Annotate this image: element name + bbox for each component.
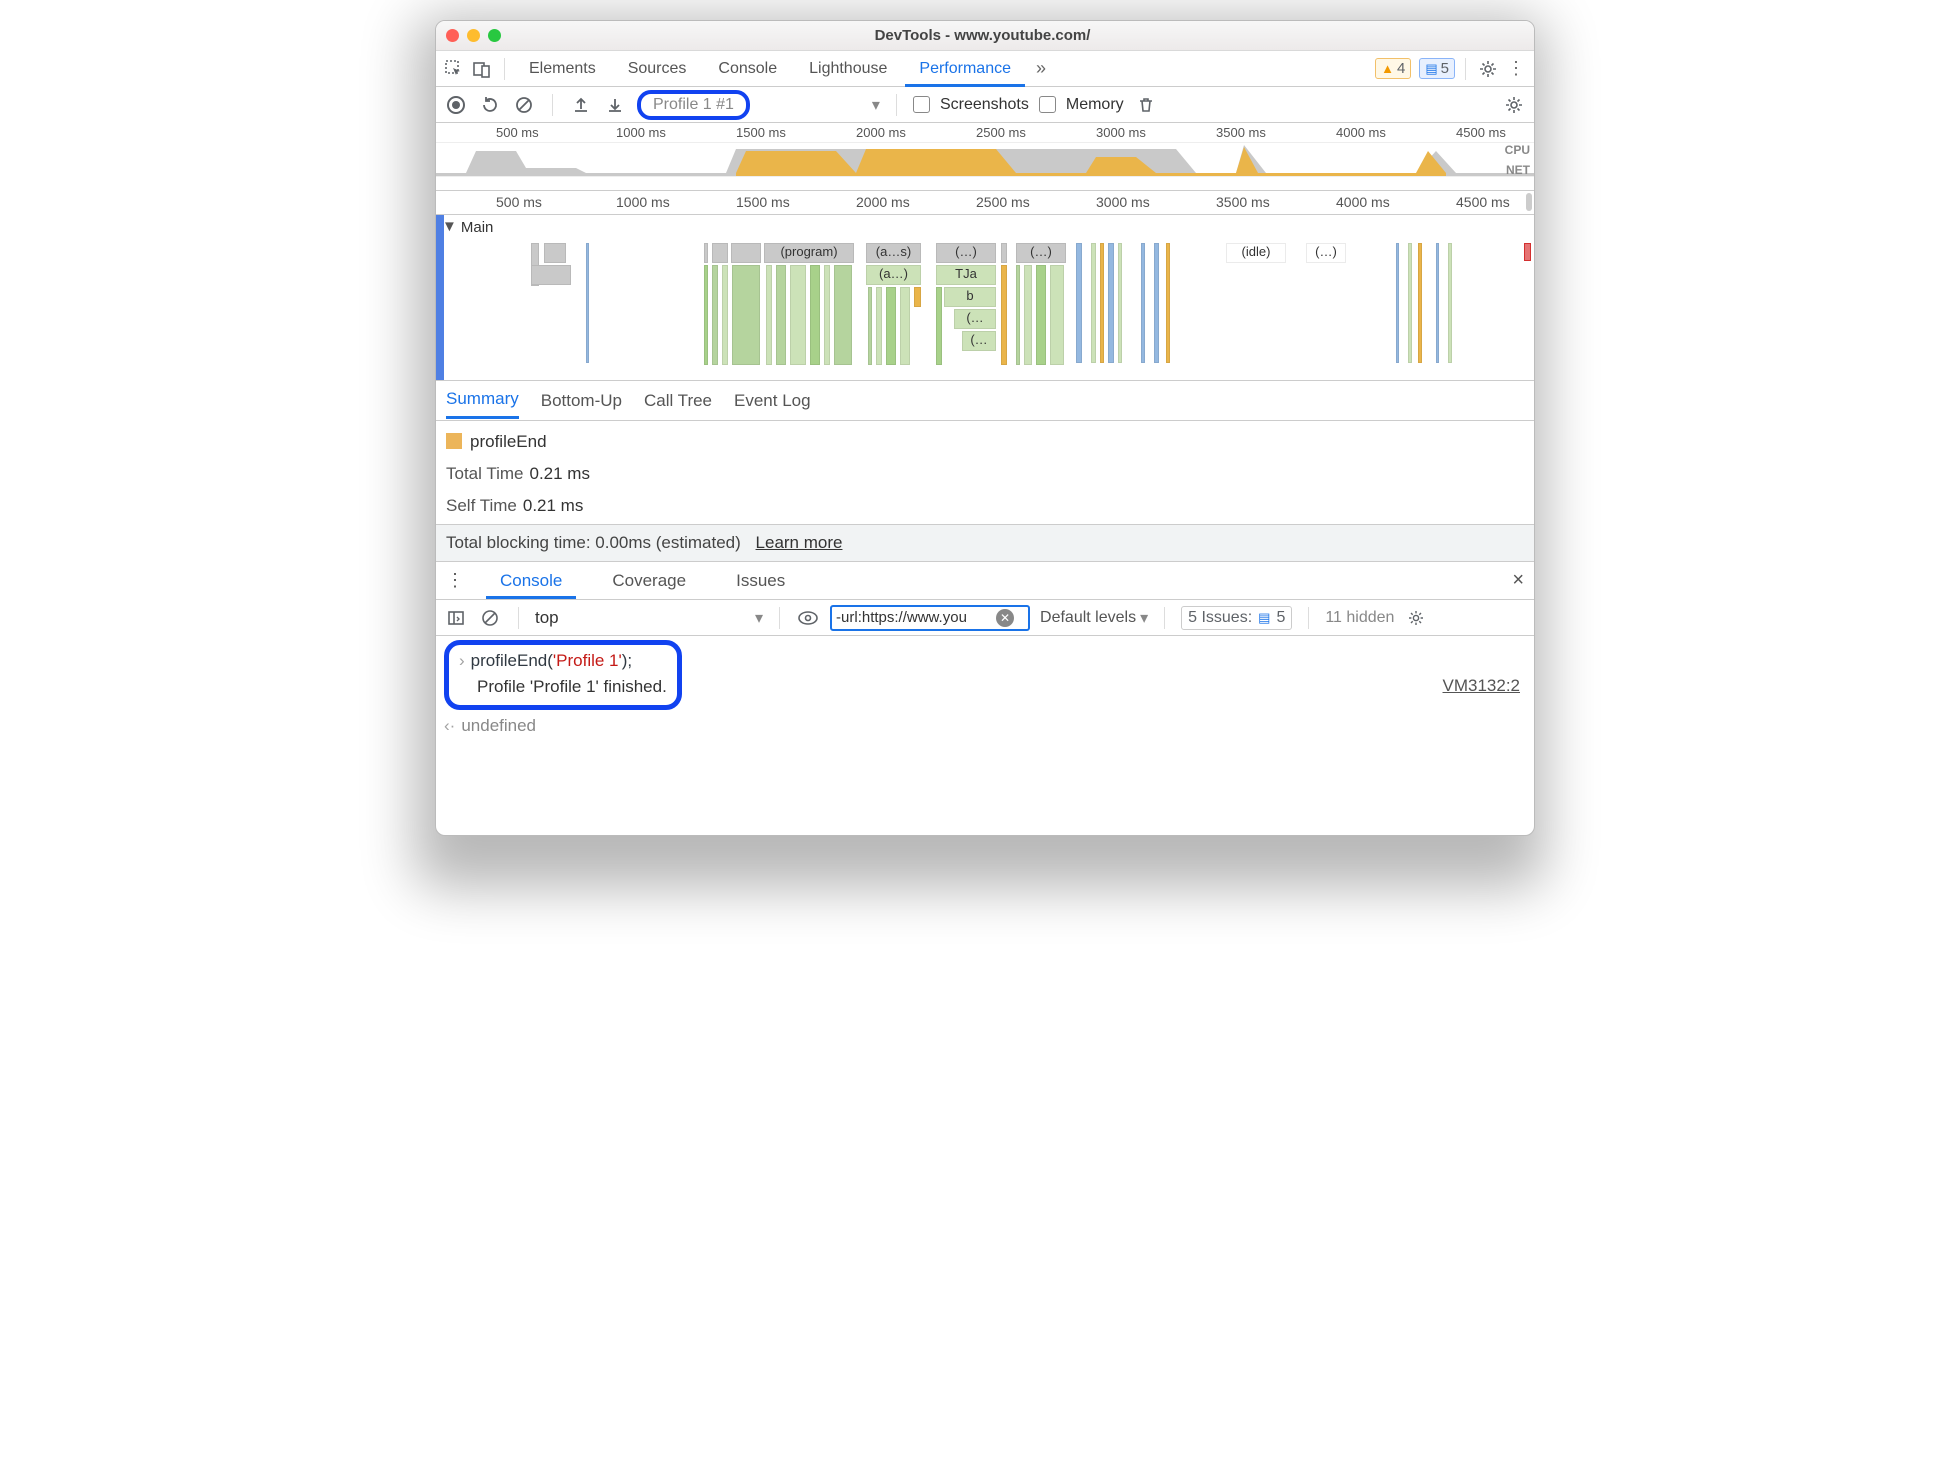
settings-icon[interactable] bbox=[1476, 57, 1500, 81]
perf-toolbar: Profile 1 #1 ▾ Screenshots Memory bbox=[436, 87, 1534, 123]
flame-chart[interactable]: ▼Main (program) (a…s) (a…) (…) TJa b (… … bbox=[436, 215, 1534, 381]
learn-more-link[interactable]: Learn more bbox=[756, 533, 843, 552]
drawer-tabs: ⋮ Console Coverage Issues × bbox=[436, 562, 1534, 600]
cpu-overview[interactable]: CPU NET bbox=[436, 143, 1534, 191]
kebab-icon[interactable]: ⋮ bbox=[1504, 57, 1528, 81]
messages-count: 5 bbox=[1441, 60, 1449, 77]
long-task-marker bbox=[1524, 243, 1531, 261]
upload-icon[interactable] bbox=[569, 93, 593, 117]
warnings-chip[interactable]: ▲4 bbox=[1375, 58, 1411, 79]
drawer-tab-issues[interactable]: Issues bbox=[722, 563, 799, 599]
zoom-icon[interactable] bbox=[488, 29, 501, 42]
highlight-box: ›profileEnd('Profile 1'); Profile 'Profi… bbox=[444, 640, 682, 710]
more-tabs-icon[interactable]: » bbox=[1029, 57, 1053, 81]
memory-checkbox[interactable] bbox=[1039, 96, 1056, 113]
tbt-bar: Total blocking time: 0.00ms (estimated) … bbox=[436, 525, 1534, 562]
profile-label: Profile 1 #1 bbox=[653, 96, 734, 113]
color-swatch bbox=[446, 433, 462, 449]
panel-settings-icon[interactable] bbox=[1502, 93, 1526, 117]
flame-ruler[interactable]: 500 ms 1000 ms 1500 ms 2000 ms 2500 ms 3… bbox=[436, 191, 1534, 215]
chevron-down-icon: ▼ bbox=[442, 218, 457, 235]
download-icon[interactable] bbox=[603, 93, 627, 117]
device-mode-icon[interactable] bbox=[470, 57, 494, 81]
tab-event-log[interactable]: Event Log bbox=[734, 383, 811, 419]
console-settings-icon[interactable] bbox=[1404, 606, 1428, 630]
toggle-sidebar-icon[interactable] bbox=[444, 606, 468, 630]
devtools-window: DevTools - www.youtube.com/ Elements Sou… bbox=[435, 20, 1535, 836]
net-label: NET bbox=[1506, 163, 1530, 177]
close-drawer-icon[interactable]: × bbox=[1512, 569, 1524, 592]
issues-pill[interactable]: 5 Issues: ▤ 5 bbox=[1181, 606, 1292, 630]
screenshots-checkbox[interactable] bbox=[913, 96, 930, 113]
tab-sources[interactable]: Sources bbox=[614, 51, 701, 87]
warning-icon: ▲ bbox=[1381, 61, 1394, 76]
scrollbar-thumb[interactable] bbox=[1526, 193, 1532, 211]
minimize-icon[interactable] bbox=[467, 29, 480, 42]
main-thread-label[interactable]: ▼Main bbox=[442, 219, 493, 236]
context-select[interactable]: top bbox=[535, 608, 745, 627]
messages-chip[interactable]: ▤5 bbox=[1419, 58, 1455, 79]
hidden-count[interactable]: 11 hidden bbox=[1325, 609, 1394, 627]
inspect-icon[interactable] bbox=[442, 57, 466, 81]
message-icon: ▤ bbox=[1258, 610, 1270, 626]
clear-filter-icon[interactable]: ✕ bbox=[996, 609, 1014, 627]
total-time-value: 0.21 ms bbox=[529, 464, 589, 483]
summary-tabs: Summary Bottom-Up Call Tree Event Log bbox=[436, 381, 1534, 421]
drawer-tab-coverage[interactable]: Coverage bbox=[598, 563, 700, 599]
drawer-tab-console[interactable]: Console bbox=[486, 563, 576, 599]
console-toolbar: top ▾ ✕ Default levels▾ 5 Issues: ▤ 5 11… bbox=[436, 600, 1534, 636]
trash-icon[interactable] bbox=[1134, 93, 1158, 117]
undefined-value: undefined bbox=[461, 716, 536, 735]
cpu-label: CPU bbox=[1505, 143, 1530, 157]
summary-panel: profileEnd Total Time0.21 ms Self Time0.… bbox=[436, 421, 1534, 525]
clear-console-icon[interactable] bbox=[478, 606, 502, 630]
titlebar: DevTools - www.youtube.com/ bbox=[436, 21, 1534, 51]
tab-performance[interactable]: Performance bbox=[905, 51, 1025, 87]
console-message: Profile 'Profile 1' finished. bbox=[477, 677, 667, 696]
tab-lighthouse[interactable]: Lighthouse bbox=[795, 51, 901, 87]
clear-button[interactable] bbox=[512, 93, 536, 117]
tbt-text: Total blocking time: 0.00ms (estimated) bbox=[446, 533, 741, 552]
return-icon: ‹· bbox=[444, 716, 455, 735]
prompt-icon: › bbox=[459, 651, 465, 670]
traffic-lights[interactable] bbox=[446, 29, 501, 42]
drawer-kebab-icon[interactable]: ⋮ bbox=[446, 570, 464, 591]
main-tabbar: Elements Sources Console Lighthouse Perf… bbox=[436, 51, 1534, 87]
self-time-value: 0.21 ms bbox=[523, 496, 583, 515]
filter-text[interactable] bbox=[836, 609, 996, 626]
filter-input[interactable]: ✕ bbox=[830, 605, 1030, 631]
message-icon: ▤ bbox=[1425, 61, 1437, 77]
tab-summary[interactable]: Summary bbox=[446, 383, 519, 419]
dropdown-icon[interactable]: ▾ bbox=[760, 95, 880, 115]
tab-call-tree[interactable]: Call Tree bbox=[644, 383, 712, 419]
tab-console[interactable]: Console bbox=[704, 51, 791, 87]
event-name: profileEnd bbox=[470, 432, 547, 451]
tab-bottom-up[interactable]: Bottom-Up bbox=[541, 383, 622, 419]
levels-select[interactable]: Default levels bbox=[1040, 609, 1136, 627]
warnings-count: 4 bbox=[1397, 60, 1405, 77]
console-output[interactable]: ›profileEnd('Profile 1'); Profile 'Profi… bbox=[436, 636, 1534, 740]
close-icon[interactable] bbox=[446, 29, 459, 42]
chevron-down-icon: ▾ bbox=[755, 608, 763, 628]
reload-record-button[interactable] bbox=[478, 93, 502, 117]
overview-ruler[interactable]: 500 ms 1000 ms 1500 ms 2000 ms 2500 ms 3… bbox=[436, 123, 1534, 143]
live-expr-icon[interactable] bbox=[796, 606, 820, 630]
window-title: DevTools - www.youtube.com/ bbox=[501, 27, 1464, 44]
tab-elements[interactable]: Elements bbox=[515, 51, 610, 87]
screenshots-label: Screenshots bbox=[940, 96, 1029, 114]
profile-selector[interactable]: Profile 1 #1 bbox=[637, 90, 750, 120]
record-button[interactable] bbox=[444, 93, 468, 117]
memory-label: Memory bbox=[1066, 96, 1124, 114]
source-link[interactable]: VM3132:2 bbox=[1443, 676, 1521, 696]
